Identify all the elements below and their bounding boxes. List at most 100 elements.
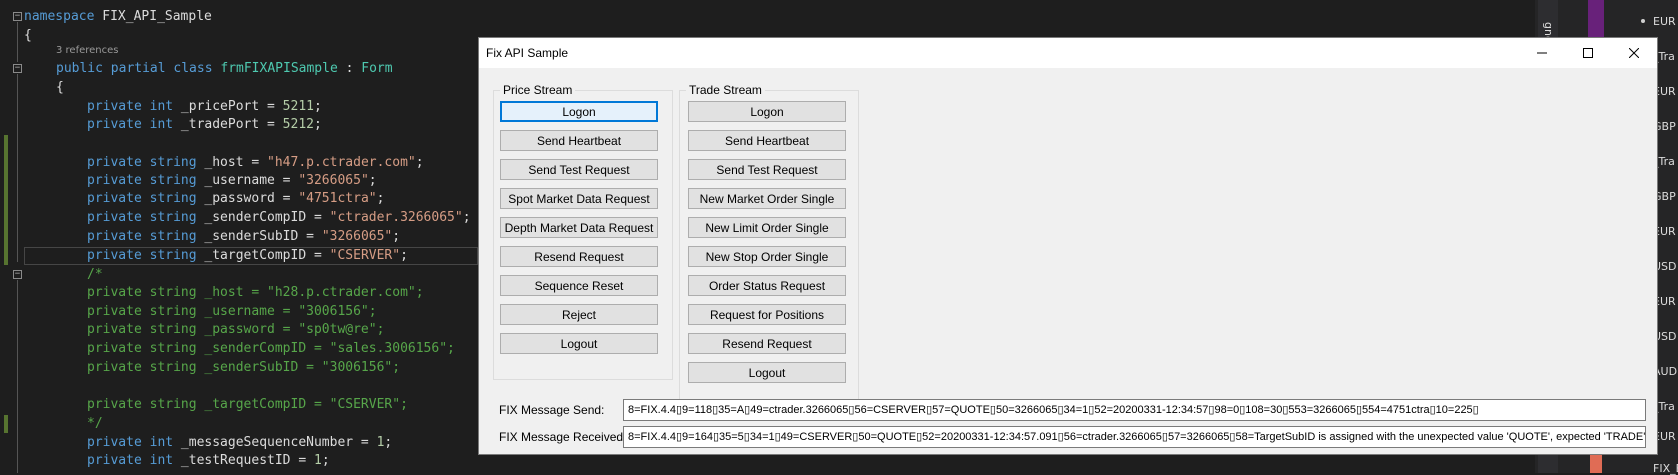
code-token: /* [87, 267, 103, 282]
maximize-button[interactable] [1565, 38, 1611, 68]
message-send-field[interactable]: 8=FIX.4.4▯9=118▯35=A▯49=ctrader.3266065▯… [623, 399, 1646, 421]
trade-new-limit-order-single-button[interactable]: New Limit Order Single [688, 217, 846, 238]
code-token: _tradePort = [180, 117, 283, 132]
price-send-test-request-button[interactable]: Send Test Request [500, 159, 658, 180]
code-token: private int [87, 99, 181, 114]
price-sequence-reset-button[interactable]: Sequence Reset [500, 275, 658, 296]
code-token: ; [462, 210, 471, 225]
solution-list-item[interactable]: FIX_Base_Tr [1653, 462, 1678, 475]
code-token: ; [415, 155, 424, 170]
message-send-label: FIX Message Send: [499, 403, 605, 417]
code-line: private string _password = "4751ctra"; [87, 190, 384, 208]
fold-guide [17, 74, 18, 262]
error-marker [1590, 455, 1602, 473]
code-token: "ctrader.3266065" [329, 210, 463, 225]
code-line: { [24, 27, 32, 45]
code-token: private string [87, 191, 205, 206]
code-token: "h47.p.ctrader.com" [267, 155, 416, 170]
code-token: private string [87, 173, 205, 188]
message-received-label: FIX Message Received: [499, 430, 627, 444]
trade-send-heartbeat-button[interactable]: Send Heartbeat [688, 130, 846, 151]
code-line: private string _targetCompID = "CSERVER"… [87, 247, 408, 265]
code-line: private string _senderCompID = "ctrader.… [87, 209, 471, 227]
code-token: { [24, 28, 32, 43]
code-token: ; [368, 173, 377, 188]
trade-resend-request-button[interactable]: Resend Request [688, 333, 846, 354]
code-token: Form [361, 61, 393, 76]
price-reject-button[interactable]: Reject [500, 304, 658, 325]
fold-collapse-icon[interactable]: − [13, 64, 22, 73]
code-token: private int [87, 453, 181, 468]
code-line: private string _senderCompID = "sales.30… [87, 340, 455, 358]
code-line: private string _targetCompID = "CSERVER"… [87, 396, 408, 414]
maximize-icon [1583, 48, 1593, 58]
minimize-button[interactable] [1519, 38, 1565, 68]
code-token: private string _targetCompID = "CSERVER"… [87, 397, 408, 412]
code-token: private string _senderSubID = "3006156"; [87, 360, 401, 375]
code-line: private string _host = "h28.p.ctrader.co… [87, 284, 424, 302]
code-line: /* [87, 266, 103, 284]
price-depth-market-data-request-button[interactable]: Depth Market Data Request [500, 217, 658, 238]
message-received-field[interactable]: 8=FIX.4.4▯9=164▯35=5▯34=1▯49=CSERVER▯50=… [623, 426, 1646, 448]
code-token: private string _password = "sp0tw@re"; [87, 322, 385, 337]
code-token: _pricePort = [180, 99, 283, 114]
code-token: "3266065" [298, 173, 369, 188]
price-spot-market-data-request-button[interactable]: Spot Market Data Request [500, 188, 658, 209]
code-line: namespace FIX_API_Sample [24, 8, 212, 26]
code-line: private string _senderSubID = "3006156"; [87, 359, 400, 377]
price-send-heartbeat-button[interactable]: Send Heartbeat [500, 130, 658, 151]
bullet-icon [1641, 19, 1645, 23]
fix-api-sample-window[interactable]: Fix API Sample Price Stream Trade Stream… [478, 37, 1658, 455]
price-logout-button[interactable]: Logout [500, 333, 658, 354]
close-button[interactable] [1611, 38, 1657, 68]
code-token: _password = [204, 191, 299, 206]
code-line: public partial class frmFIXAPISample : F… [56, 60, 393, 78]
code-token: private string [87, 210, 205, 225]
code-token: private string _senderCompID = "sales.30… [87, 341, 455, 356]
code-line: private string _senderSubID = "3266065"; [87, 228, 400, 246]
code-token: public partial class [56, 61, 221, 76]
fold-guide [17, 22, 18, 62]
change-indicator [4, 135, 8, 265]
code-token: private string [87, 229, 205, 244]
title-bar[interactable]: Fix API Sample [479, 38, 1657, 68]
trade-logout-button[interactable]: Logout [688, 362, 846, 383]
trade-new-market-order-single-button[interactable]: New Market Order Single [688, 188, 846, 209]
code-token: _messageSequenceNumber = [180, 435, 377, 450]
change-indicator [4, 415, 8, 433]
code-token: : [337, 61, 362, 76]
code-token: ; [384, 435, 393, 450]
code-token: ; [376, 191, 385, 206]
price-logon-button[interactable]: Logon [500, 101, 658, 122]
code-line: private string _username = "3006156"; [87, 303, 377, 321]
trade-send-test-request-button[interactable]: Send Test Request [688, 159, 846, 180]
code-token: private string _username = "3006156"; [87, 304, 377, 319]
solution-list-item[interactable]: EUR [1653, 15, 1676, 28]
fold-collapse-icon[interactable]: − [13, 12, 22, 21]
trade-new-stop-order-single-button[interactable]: New Stop Order Single [688, 246, 846, 267]
code-line: private string _password = "sp0tw@re"; [87, 321, 384, 339]
fold-collapse-icon[interactable]: − [13, 270, 22, 279]
code-token: "4751ctra" [298, 191, 377, 206]
code-line: */ [87, 415, 103, 433]
code-line: private int _pricePort = 5211; [87, 98, 322, 116]
window-title: Fix API Sample [486, 46, 569, 60]
code-token: { [56, 80, 64, 95]
code-token: private string _host = "h28.p.ctrader.co… [87, 285, 424, 300]
trade-logon-button[interactable]: Logon [688, 101, 846, 122]
trade-order-status-request-button[interactable]: Order Status Request [688, 275, 846, 296]
code-token: ; [321, 453, 330, 468]
trade-request-for-positions-button[interactable]: Request for Positions [688, 304, 846, 325]
code-line: private int _tradePort = 5212; [87, 116, 322, 134]
minimize-icon [1537, 52, 1547, 54]
code-token: _targetCompID = [204, 248, 330, 263]
code-token: private string [87, 248, 205, 263]
code-token: 1 [313, 453, 322, 468]
code-token: _host = [204, 155, 268, 170]
codelens-references[interactable]: 3 references [56, 45, 119, 56]
code-token: private int [87, 435, 181, 450]
code-token: ; [313, 117, 322, 132]
price-resend-request-button[interactable]: Resend Request [500, 246, 658, 267]
code-token: 5211 [282, 99, 314, 114]
code-token: "3266065" [321, 229, 393, 244]
